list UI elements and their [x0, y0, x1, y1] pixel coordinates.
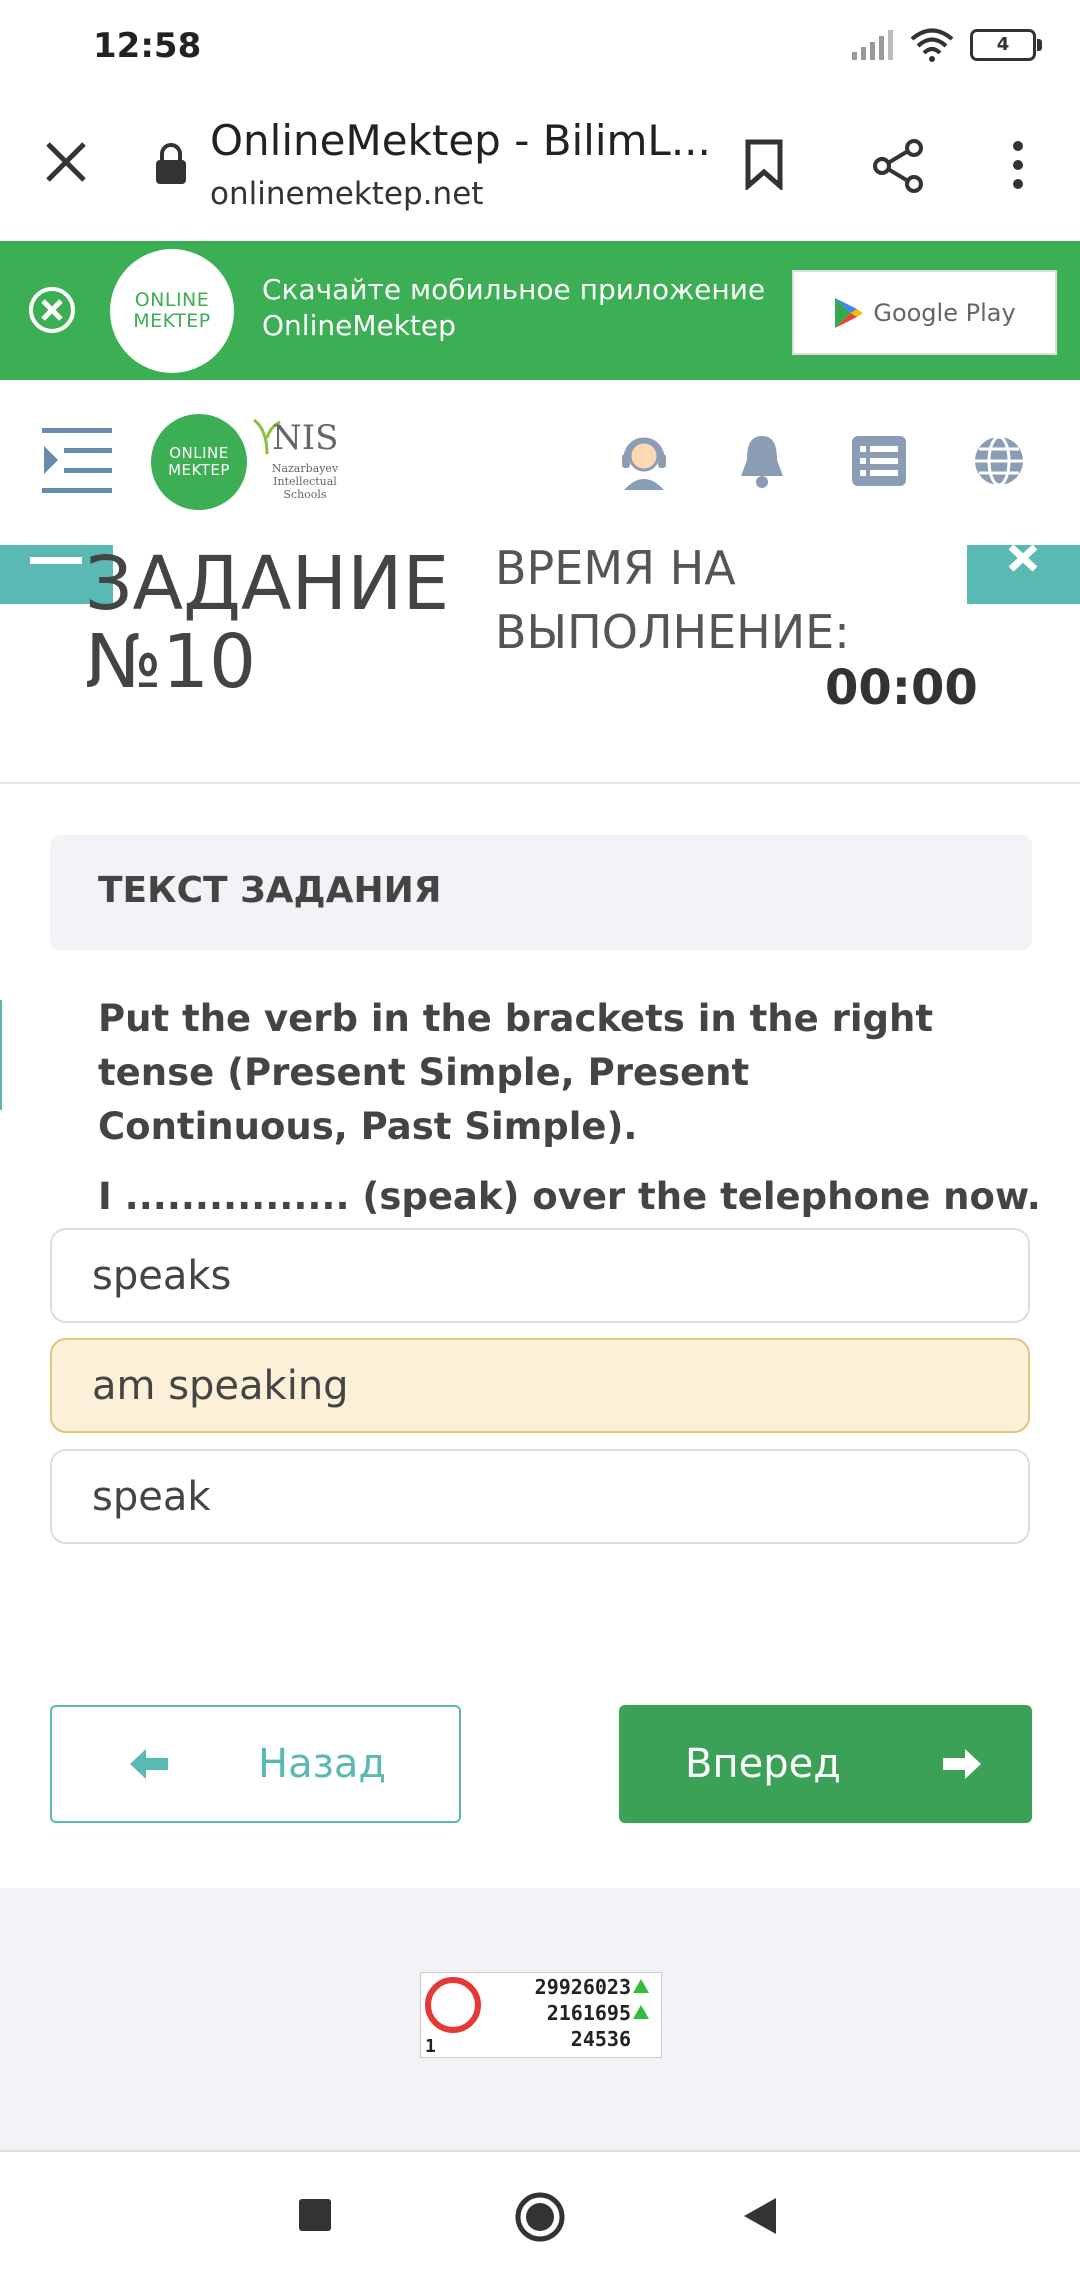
bookmark-icon[interactable]: [744, 138, 784, 190]
globe-icon[interactable]: [972, 434, 1026, 488]
header-logo[interactable]: ONLINE MEKTEP: [151, 414, 247, 510]
status-time: 12:58: [93, 26, 202, 66]
list-icon[interactable]: [852, 436, 906, 486]
more-icon[interactable]: [1008, 140, 1028, 190]
nis-logo-title: NIS: [272, 418, 339, 458]
page-title: OnlineMektep - BilimL...: [210, 116, 711, 165]
menu-toggle-icon[interactable]: [42, 428, 112, 494]
next-button[interactable]: Вперед: [619, 1705, 1032, 1823]
close-task-tab[interactable]: [967, 544, 1080, 604]
question-text: Put the verb in the brackets in the righ…: [98, 997, 934, 1148]
lock-icon: [156, 143, 186, 184]
answer-option-label: speaks: [92, 1252, 232, 1299]
question-sentence: I ................ (speak) over the tele…: [98, 1175, 1041, 1218]
time-label: ВРЕМЯ НА ВЫПОЛНЕНИЕ:: [495, 541, 850, 659]
close-icon[interactable]: [44, 140, 88, 184]
back-button[interactable]: Назад: [50, 1705, 461, 1823]
share-icon[interactable]: [872, 138, 924, 194]
close-icon: [1008, 544, 1038, 572]
status-icons: 4: [850, 28, 1042, 62]
arrow-left-icon: [130, 1749, 168, 1779]
page-url[interactable]: onlinemektep.net: [210, 176, 483, 212]
divider: [0, 782, 1080, 784]
battery-icon: 4: [970, 29, 1042, 61]
back-nav-icon[interactable]: [742, 2196, 778, 2236]
time-value: 00:00: [825, 660, 978, 716]
scroll-marker: [0, 1000, 2, 1110]
onlinemektep-logo: ONLINE MEKTEP: [110, 249, 234, 373]
next-button-label: Вперед: [685, 1741, 841, 1787]
answer-option-label: speak: [92, 1473, 211, 1520]
answer-option-label: am speaking: [92, 1362, 349, 1409]
google-play-button[interactable]: Google Play: [792, 270, 1057, 355]
dismiss-banner-icon[interactable]: [27, 285, 77, 335]
banner-text: Скачайте мобильное приложение OnlineMekt…: [262, 273, 766, 342]
counter-ring-icon: [425, 1977, 481, 2033]
notifications-bell-icon[interactable]: [737, 432, 787, 490]
arrow-right-icon: [942, 1749, 981, 1779]
nis-logo-subtitle: Nazarbayev Intellectual Schools: [271, 462, 339, 501]
visit-counter: 29926023 2161695 24536 1: [420, 1972, 662, 2058]
wifi-icon: [910, 28, 954, 62]
task-text-heading: ТЕКСТ ЗАДАНИЯ: [98, 870, 442, 911]
recent-apps-icon[interactable]: [297, 2197, 333, 2233]
answer-option[interactable]: speak: [50, 1449, 1030, 1544]
support-agent-icon[interactable]: [616, 432, 672, 490]
task-number-title: ЗАДАНИЕ №10: [85, 541, 450, 705]
answer-option-selected[interactable]: am speaking: [50, 1338, 1030, 1433]
home-icon[interactable]: [513, 2190, 567, 2244]
answer-option[interactable]: speaks: [50, 1228, 1030, 1323]
signal-icon: [852, 30, 893, 60]
back-button-label: Назад: [258, 1741, 387, 1787]
google-play-icon: [835, 297, 864, 328]
